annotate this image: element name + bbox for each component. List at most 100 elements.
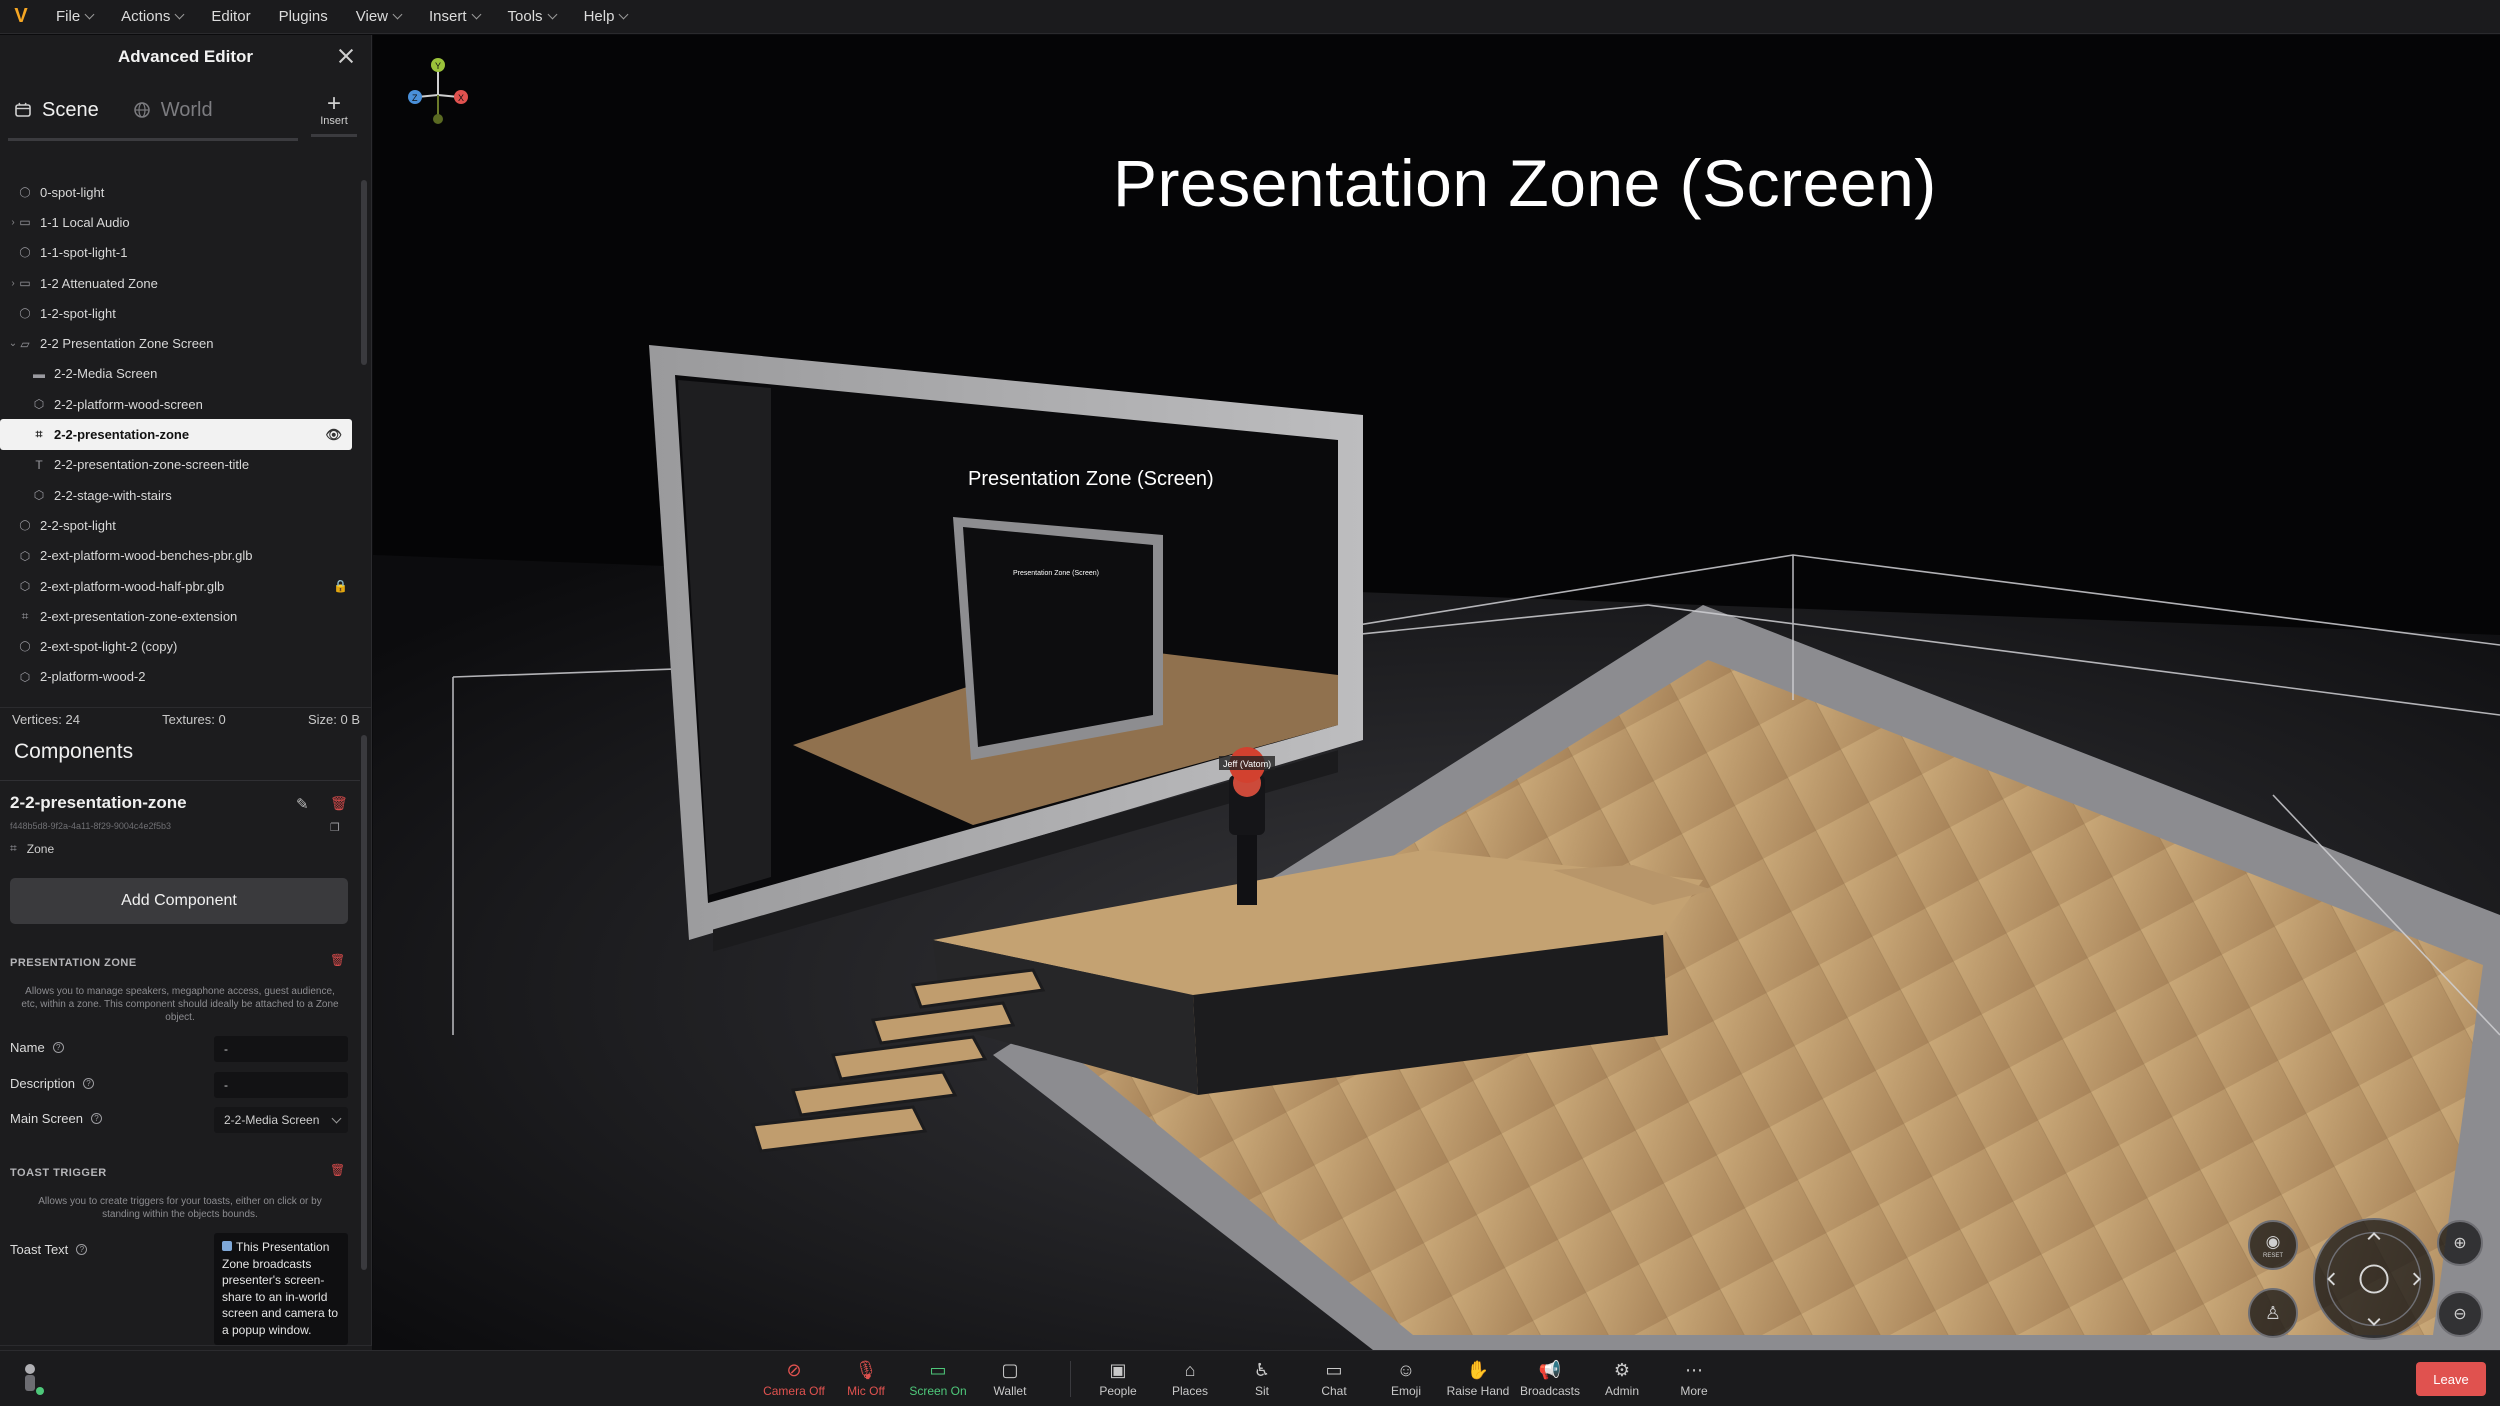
more-button[interactable]: ⋯ More bbox=[1658, 1351, 1730, 1406]
menu-actions[interactable]: Actions bbox=[107, 0, 197, 34]
tree-item[interactable]: ⬡ 2-2-stage-with-stairs bbox=[0, 480, 360, 510]
menu-view[interactable]: View bbox=[342, 0, 415, 34]
tree-item[interactable]: › ▭ 1-2 Attenuated Zone bbox=[0, 268, 360, 298]
object-id: f448b5d8-9f2a-4a11-8f29-9004c4e2f5b3 bbox=[10, 821, 171, 831]
light-bulb-icon: ◯ bbox=[19, 307, 31, 319]
insert-button[interactable]: + Insert bbox=[311, 85, 357, 137]
emoji-button[interactable]: ☺ Emoji bbox=[1370, 1351, 1442, 1406]
tree-item[interactable]: ◯ 1-1-spot-light-1 bbox=[0, 238, 360, 268]
broadcasts-button[interactable]: 📢 Broadcasts bbox=[1514, 1351, 1586, 1406]
tab-underline bbox=[8, 138, 298, 141]
expand-arrow-icon[interactable]: ⌄ bbox=[8, 338, 18, 349]
self-avatar-icon[interactable] bbox=[18, 1359, 46, 1399]
toolbar-label: Wallet bbox=[993, 1384, 1027, 1398]
screen-on-button[interactable]: ▭ Screen On bbox=[902, 1351, 974, 1406]
camera-off-icon: ⊘ bbox=[786, 1360, 802, 1380]
places-button[interactable]: ⌂ Places bbox=[1154, 1351, 1226, 1406]
expand-arrow-icon[interactable]: › bbox=[8, 217, 18, 228]
tree-item-label: 2-2-stage-with-stairs bbox=[54, 487, 172, 503]
menu-help[interactable]: Help bbox=[570, 0, 642, 34]
tree-item[interactable]: ⬡ 2-ext-platform-wood-half-pbr.glb 🔒 bbox=[0, 571, 360, 601]
description-label: Description bbox=[10, 1076, 76, 1091]
toolbar-label: Chat bbox=[1321, 1384, 1347, 1398]
tree-item[interactable]: ⌗ 2-2-presentation-zone 👁 bbox=[0, 419, 352, 450]
places-icon: ⌂ bbox=[1184, 1360, 1196, 1380]
tree-item[interactable]: ◯ 1-2-spot-light bbox=[0, 298, 360, 328]
trash-icon[interactable]: 🗑 bbox=[330, 1163, 345, 1177]
media-controls: ⊘ Camera Off 🎙 Mic Off ▭ Screen On ▢ Wallet bbox=[758, 1351, 1046, 1406]
tree-item[interactable]: ⬡ 2-2-platform-wood-screen bbox=[0, 389, 360, 419]
mic-off-button[interactable]: 🎙 Mic Off bbox=[830, 1351, 902, 1406]
menu-file[interactable]: File bbox=[42, 0, 107, 34]
pencil-icon[interactable]: ✎ bbox=[296, 795, 309, 813]
menu-tools[interactable]: Tools bbox=[494, 0, 570, 34]
zoom-in-icon[interactable]: ⊕ bbox=[2437, 1220, 2483, 1266]
model-icon: ⬡ bbox=[19, 548, 31, 563]
app-logo[interactable]: V bbox=[0, 0, 42, 34]
components-scrollbar[interactable] bbox=[361, 735, 367, 1270]
expand-arrow-icon[interactable]: › bbox=[8, 278, 18, 289]
tab-scene[interactable]: Scene bbox=[14, 99, 99, 122]
main-screen-select[interactable]: 2-2-Media Screen bbox=[214, 1107, 348, 1133]
menu-editor[interactable]: Editor bbox=[197, 0, 264, 34]
media-screen-icon: ▬ bbox=[33, 366, 45, 381]
menu-insert[interactable]: Insert bbox=[415, 0, 494, 34]
add-component-button[interactable]: Add Component bbox=[10, 878, 348, 924]
trash-icon[interactable]: 🗑 bbox=[330, 795, 348, 812]
zone-icon: ⌗ bbox=[10, 841, 17, 855]
broadcast-icon: 📢 bbox=[1538, 1360, 1562, 1380]
tree-item[interactable]: ⬡ 2-platform-wood-2 bbox=[0, 662, 360, 692]
tree-scrollbar[interactable] bbox=[361, 180, 367, 365]
people-button[interactable]: ▣ People bbox=[1082, 1351, 1154, 1406]
tree-item[interactable]: T 2-2-presentation-zone-screen-title bbox=[0, 450, 360, 480]
avatar-tag: Jeff (Vatom) bbox=[1223, 759, 1271, 769]
chevron-down-icon bbox=[547, 9, 558, 20]
menu-plugins[interactable]: Plugins bbox=[265, 0, 342, 34]
raise-hand-button[interactable]: ✋ Raise Hand bbox=[1442, 1351, 1514, 1406]
tree-item[interactable]: ◯ 2-2-spot-light bbox=[0, 510, 360, 540]
divider bbox=[0, 780, 360, 781]
main-screen-label: Main Screen bbox=[10, 1111, 83, 1126]
tree-item[interactable]: ◯ 0-spot-light bbox=[0, 177, 360, 207]
eye-icon[interactable]: 👁 bbox=[325, 427, 342, 443]
camera-off-button[interactable]: ⊘ Camera Off bbox=[758, 1351, 830, 1406]
zoom-out-icon[interactable]: ⊖ bbox=[2437, 1291, 2483, 1337]
close-icon[interactable] bbox=[335, 45, 357, 67]
tab-world[interactable]: World bbox=[133, 99, 213, 122]
name-input[interactable]: - bbox=[214, 1036, 348, 1062]
tree-item[interactable]: ⌄ ▱ 2-2 Presentation Zone Screen bbox=[0, 328, 360, 358]
presentation-zone-title: PRESENTATION ZONE bbox=[10, 957, 137, 969]
chat-button[interactable]: ▭ Chat bbox=[1298, 1351, 1370, 1406]
tree-item[interactable]: ◯ 2-ext-spot-light-2 (copy) bbox=[0, 631, 360, 661]
tree-item[interactable]: ▬ 2-2-Media Screen bbox=[0, 359, 360, 389]
admin-button[interactable]: ⚙ Admin bbox=[1586, 1351, 1658, 1406]
tree-item[interactable]: › ▭ 1-1 Local Audio bbox=[0, 207, 360, 237]
tree-item-label: 2-ext-spot-light-2 (copy) bbox=[40, 639, 178, 655]
help-icon[interactable]: ? bbox=[90, 1113, 102, 1124]
chevron-down-icon bbox=[392, 9, 403, 20]
chat-icon: ▭ bbox=[1325, 1360, 1343, 1380]
leave-button[interactable]: Leave bbox=[2416, 1362, 2486, 1396]
trash-icon[interactable]: 🗑 bbox=[330, 953, 345, 967]
person-icon[interactable]: ♙ bbox=[2248, 1288, 2298, 1338]
reset-view-button[interactable]: ◉ RESET bbox=[2248, 1220, 2298, 1270]
zone-icon: ⌗ bbox=[35, 427, 43, 442]
tree-item[interactable]: ⌗ 2-ext-presentation-zone-extension bbox=[0, 601, 360, 631]
navigation-joystick[interactable] bbox=[2313, 1218, 2435, 1340]
3d-viewport[interactable]: Presentation Zone (Screen) Presentation … bbox=[373, 35, 2500, 1350]
help-icon[interactable]: ? bbox=[52, 1042, 64, 1053]
tree-item[interactable]: ⬡ 2-ext-platform-wood-benches-pbr.glb bbox=[0, 541, 360, 571]
sit-button[interactable]: ♿ Sit bbox=[1226, 1351, 1298, 1406]
wallet-button[interactable]: ▢ Wallet bbox=[974, 1351, 1046, 1406]
description-input[interactable]: - bbox=[214, 1072, 348, 1098]
lock-icon[interactable]: 🔒 bbox=[333, 579, 348, 593]
toolbar-label: Screen On bbox=[909, 1384, 967, 1398]
toast-text-input[interactable]: This Presentation Zone broadcasts presen… bbox=[214, 1233, 348, 1345]
copy-icon[interactable]: ❐ bbox=[330, 821, 340, 834]
scene-render: Presentation Zone (Screen) Presentation … bbox=[373, 345, 2500, 1350]
axis-gizmo[interactable]: Y X Z bbox=[403, 55, 473, 135]
object-name: 2-2-presentation-zone bbox=[10, 793, 187, 812]
advanced-editor-panel: Advanced Editor Scene World + Insert ◯ 0-… bbox=[0, 35, 372, 1385]
help-icon[interactable]: ? bbox=[76, 1244, 88, 1255]
help-icon[interactable]: ? bbox=[83, 1078, 95, 1089]
